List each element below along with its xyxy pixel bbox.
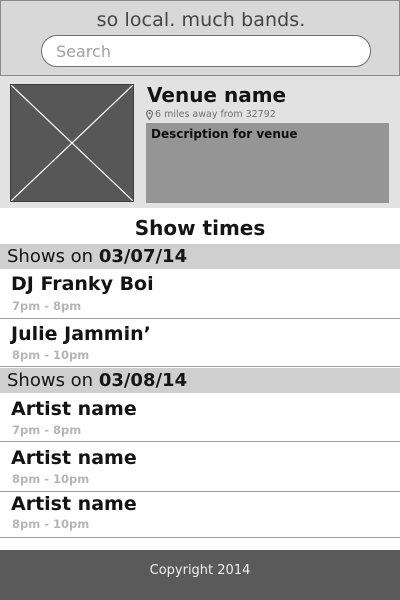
show-time: 7pm - 8pm	[12, 423, 82, 437]
show-row[interactable]: Julie Jammin’ 8pm - 10pm	[0, 319, 400, 367]
venue-panel: Venue name 6 miles away from 32792 Descr…	[0, 76, 400, 208]
venue-description-text: Description for venue	[151, 127, 298, 141]
location-pin-icon	[146, 109, 153, 120]
artist-name[interactable]: Artist name	[11, 398, 137, 420]
show-row[interactable]: DJ Franky Boi 7pm - 8pm	[0, 269, 400, 319]
day-header-date: 03/08/14	[98, 370, 188, 391]
footer: Copyright 2014	[0, 550, 400, 600]
artist-name[interactable]: Julie Jammin’	[11, 323, 151, 345]
copyright-text: Copyright 2014	[149, 563, 251, 578]
show-row[interactable]: Artist name 8pm - 10pm	[0, 492, 400, 538]
artist-name[interactable]: Artist name	[11, 493, 137, 515]
show-row[interactable]: Artist name 7pm - 8pm	[0, 393, 400, 442]
day-header: Shows on 03/08/14	[0, 368, 400, 393]
venue-image-placeholder	[10, 84, 134, 202]
venue-name[interactable]: Venue name	[147, 83, 286, 107]
app-title: so local. much bands.	[96, 9, 306, 31]
venue-distance: 6 miles away from 32792	[146, 109, 276, 120]
day-header-prefix: Shows on	[7, 370, 99, 391]
show-time: 8pm - 10pm	[12, 348, 90, 362]
venue-description: Description for venue	[146, 123, 389, 203]
show-row[interactable]: Artist name 8pm - 10pm	[0, 442, 400, 492]
search-input[interactable]	[41, 35, 371, 67]
day-header-date: 03/07/14	[98, 246, 188, 267]
venue-distance-text: 6 miles away from 32792	[155, 109, 276, 120]
artist-name[interactable]: Artist name	[11, 447, 137, 469]
show-time: 7pm - 8pm	[12, 299, 82, 313]
image-placeholder-icon	[11, 85, 133, 201]
show-times-heading: Show times	[134, 216, 266, 240]
show-time: 8pm - 10pm	[12, 472, 90, 486]
show-time: 8pm - 10pm	[12, 517, 90, 531]
day-header-prefix: Shows on	[7, 246, 99, 267]
app-header: so local. much bands.	[0, 0, 400, 76]
day-header: Shows on 03/07/14	[0, 244, 400, 269]
artist-name[interactable]: DJ Franky Boi	[11, 273, 154, 295]
